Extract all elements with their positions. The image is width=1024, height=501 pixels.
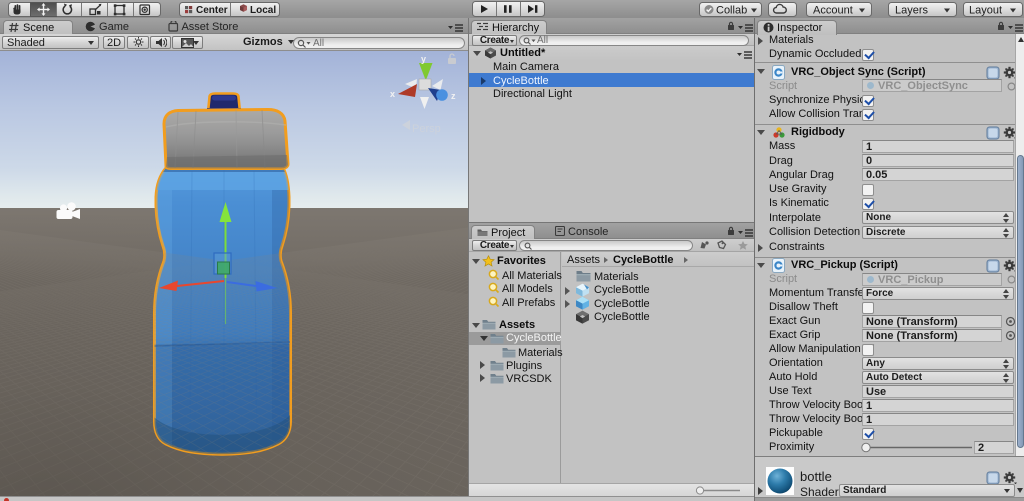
svg-text:x: x	[390, 89, 395, 99]
svg-text:Center: Center	[196, 5, 228, 16]
svg-text:Layout: Layout	[969, 5, 1002, 17]
svg-text:y: y	[421, 54, 426, 64]
svg-text:Layers: Layers	[895, 5, 929, 17]
svg-text:Collab: Collab	[716, 5, 747, 17]
svg-text:z: z	[451, 91, 456, 101]
svg-text:Account: Account	[813, 5, 853, 17]
svg-text:Persp: Persp	[412, 123, 441, 135]
svg-text:Local: Local	[250, 5, 276, 16]
